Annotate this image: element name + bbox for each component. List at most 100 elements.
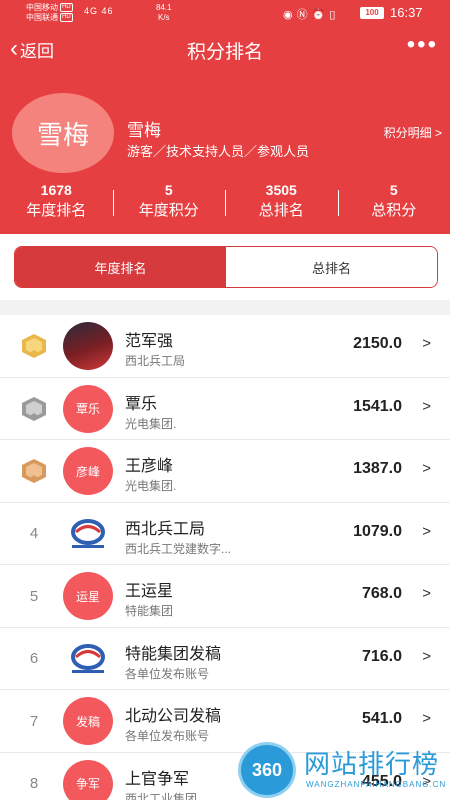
- silver-medal-icon: [20, 396, 48, 422]
- vibrate-icon: ▯: [329, 9, 340, 21]
- avatar: 运星: [63, 572, 113, 620]
- stat-annual-points: 5 年度积分: [112, 180, 226, 226]
- avatar: 彦峰: [63, 447, 113, 495]
- member-name: 范军强: [125, 333, 174, 350]
- stat-label: 总积分: [371, 202, 417, 219]
- user-name: 雪梅: [127, 121, 161, 140]
- battery-icon: 100: [360, 7, 384, 19]
- bronze-medal-icon: [20, 458, 48, 484]
- user-role: 游客／技术支持人员／参观人员: [127, 144, 310, 159]
- member-name: 王彦峰: [125, 458, 174, 475]
- tabs-area: 年度排名 总排名: [0, 234, 450, 300]
- ranking-row[interactable]: 范军强西北兵工局 2150.0 >: [0, 315, 450, 378]
- chevron-right-icon: >: [422, 397, 431, 415]
- member-org: 各单位发布账号: [125, 729, 210, 743]
- ranking-tabs: 年度排名 总排名: [14, 246, 438, 288]
- member-score: 1079.0: [353, 522, 402, 540]
- nav-bar: ‹ 返回 积分排名 •••: [0, 26, 450, 72]
- carrier-2: 中国联通: [26, 13, 58, 22]
- system-icons: ◉Ⓝ⏰▯: [283, 6, 339, 22]
- status-bar: 中国移动 HD 中国联通 HD 4G 46 84.1 K/s ◉Ⓝ⏰▯ 100 16…: [0, 0, 450, 26]
- speed-unit: K/s: [158, 13, 170, 22]
- member-score: 541.0: [361, 710, 402, 727]
- member-score: 1387.0: [353, 460, 402, 477]
- eye-icon: ◉: [283, 9, 297, 21]
- watermark-title: 网站排行榜: [304, 749, 440, 779]
- ranking-row[interactable]: 6 特能集团发稿 各单位发布账号 716.0 >: [0, 628, 450, 690]
- org-logo-icon: [71, 643, 105, 673]
- chevron-right-icon: >: [422, 522, 431, 540]
- member-name: 覃乐: [125, 395, 158, 413]
- member-org: 西北兵工局: [125, 354, 186, 368]
- ranking-row[interactable]: 4 西北兵工局西北兵工党建数字... 1079.0 >: [0, 503, 450, 565]
- points-detail-link[interactable]: 积分明细 >: [384, 124, 442, 141]
- speed-value: 84.1: [156, 3, 172, 12]
- ranking-list: 范军强 西北兵工局 2150.0 > 覃乐 覃乐 光电集团. 1541.0 > 彦峰 王彦峰 光电集团…: [0, 315, 450, 800]
- stat-value: 3505: [265, 182, 297, 198]
- org-logo-icon: [71, 518, 105, 548]
- avatar: [63, 322, 113, 370]
- chevron-right-icon: >: [422, 647, 431, 665]
- hd-badge: HD: [60, 13, 73, 23]
- ranking-row[interactable]: 彦峰 王彦峰光电集团. 1387.0 >: [0, 440, 450, 503]
- rank-number: 6: [29, 650, 39, 667]
- avatar: 发稿: [63, 697, 113, 745]
- chevron-right-icon: >: [422, 460, 431, 477]
- member-org: 西北兵工党建数字...: [125, 541, 232, 556]
- member-score: 716.0: [361, 647, 402, 665]
- member-name: 上官争军: [125, 770, 190, 788]
- chevron-right-icon: >: [422, 585, 431, 602]
- member-name: 王运星: [125, 583, 174, 600]
- avatar: [63, 509, 113, 558]
- stat-label: 总排名: [258, 202, 304, 219]
- watermark-url: WANGZHANPAIHANGBANG.CN: [306, 780, 447, 789]
- member-org: 光电集团.: [125, 416, 177, 431]
- stat-total-rank: 3505 总排名: [225, 180, 338, 226]
- stat-label: 年度积分: [138, 202, 199, 219]
- member-org: 光电集团.: [125, 479, 177, 493]
- stat-total-points: 5 总积分: [337, 180, 450, 226]
- member-org: 各单位发布账号: [125, 666, 210, 681]
- stat-annual-rank: 1678 年度排名: [0, 180, 113, 226]
- member-name: 北动公司发稿: [125, 708, 222, 725]
- clock: 16:37: [390, 5, 423, 20]
- member-score: 1541.0: [353, 397, 402, 415]
- rank-number: 5: [29, 587, 39, 605]
- ranking-row[interactable]: 5 运星 王运星特能集团 768.0 >: [0, 565, 450, 628]
- carrier-1: 中国移动: [26, 3, 58, 12]
- user-avatar: 雪梅: [12, 93, 114, 173]
- tab-annual-ranking[interactable]: 年度排名: [15, 247, 226, 287]
- nfc-icon: Ⓝ: [296, 9, 312, 21]
- rank-number: 4: [29, 525, 39, 542]
- profile-header: 雪梅 雪梅 游客／技术支持人员／参观人员 积分明细 > 1678 年度排名 5 …: [0, 72, 450, 234]
- rank-number: 7: [29, 712, 39, 730]
- more-icon[interactable]: •••: [407, 33, 438, 57]
- hd-badge: HD: [60, 3, 73, 13]
- watermark-logo: 360 网站排行榜 WANGZHANPAIHANGBANG.CN: [238, 742, 448, 798]
- stat-value: 5: [389, 182, 398, 198]
- avatar: 争军: [63, 759, 113, 800]
- member-org: 特能集团: [125, 604, 174, 618]
- member-score: 768.0: [361, 585, 402, 602]
- chevron-right-icon: >: [422, 710, 431, 727]
- tab-total-ranking[interactable]: 总排名: [226, 247, 437, 287]
- page-title: 积分排名: [186, 42, 263, 63]
- member-name: 特能集团发稿: [125, 645, 222, 663]
- chevron-right-icon: >: [422, 335, 431, 352]
- member-score: 2150.0: [353, 335, 402, 352]
- gold-medal-icon: [20, 333, 48, 359]
- watermark-badge: 360: [238, 742, 296, 798]
- stat-value: 1678: [40, 182, 72, 198]
- network-speed: 84.1 K/s: [156, 3, 172, 23]
- alarm-icon: ⏰: [311, 9, 330, 21]
- stats-bar: 1678 年度排名 5 年度积分 3505 总排名 5 总积分: [0, 180, 450, 226]
- avatar: 覃乐: [63, 384, 113, 433]
- stat-value: 5: [164, 182, 173, 198]
- signal-icon: 4G 46: [84, 6, 114, 16]
- stat-label: 年度排名: [26, 202, 87, 219]
- rank-number: 8: [29, 775, 39, 792]
- member-name: 西北兵工局: [125, 520, 206, 538]
- ranking-row[interactable]: 覃乐 覃乐 光电集团. 1541.0 >: [0, 378, 450, 440]
- avatar: [63, 634, 113, 683]
- carrier-info: 中国移动 HD 中国联通 HD: [26, 3, 73, 23]
